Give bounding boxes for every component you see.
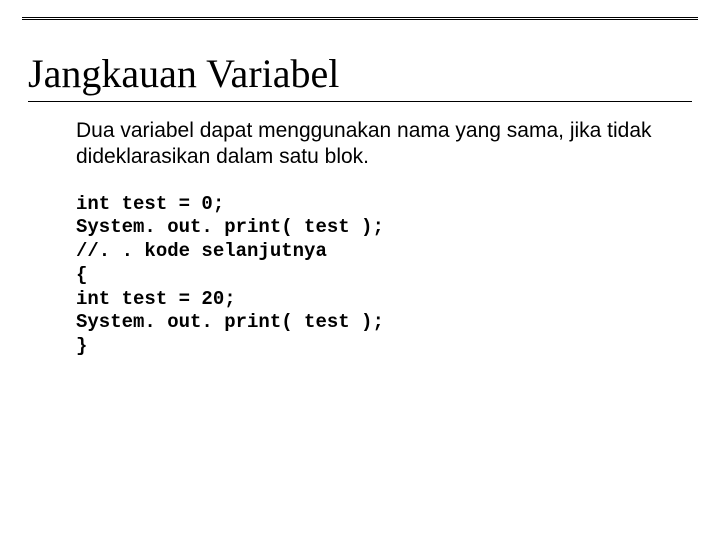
slide-title: Jangkauan Variabel [28,50,692,102]
code-block: int test = 0; System. out. print( test )… [76,193,662,359]
slide-body-text: Dua variabel dapat menggunakan nama yang… [76,118,662,171]
slide: Jangkauan Variabel Dua variabel dapat me… [0,0,720,540]
top-border-decoration [22,10,698,20]
